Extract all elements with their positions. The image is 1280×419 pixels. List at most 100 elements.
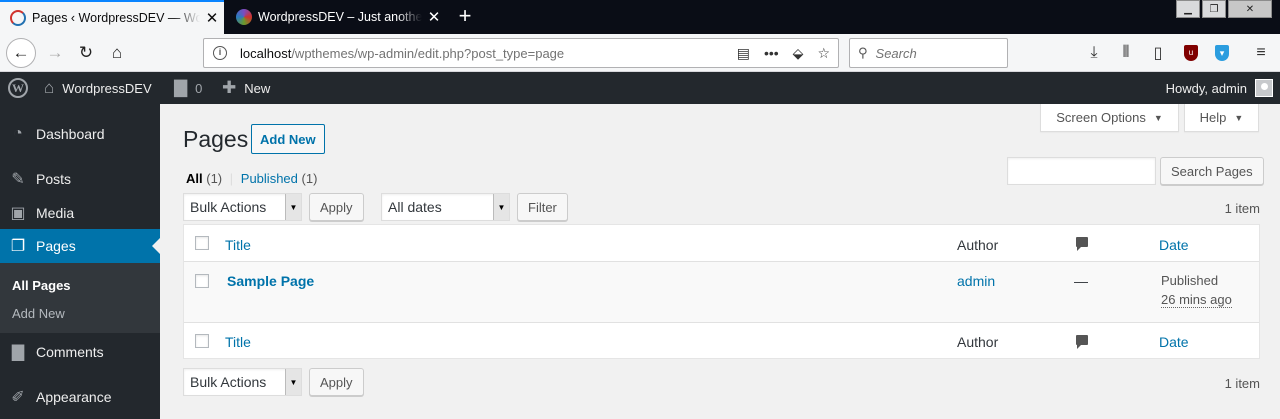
url-host: localhost bbox=[240, 45, 292, 61]
back-arrow-icon: ← bbox=[12, 43, 30, 62]
apply-button[interactable]: Apply bbox=[309, 193, 364, 221]
bookmark-star-icon[interactable]: ☆ bbox=[817, 45, 830, 62]
author-link[interactable]: admin bbox=[957, 273, 995, 289]
select-all-checkbox[interactable] bbox=[195, 334, 209, 348]
search-placeholder: Search bbox=[875, 45, 917, 61]
table-row: Sample Page admin — Published 26 mins ag… bbox=[184, 262, 1259, 322]
page-actions-icon[interactable]: ••• bbox=[764, 45, 779, 62]
home-button[interactable]: ⌂ bbox=[102, 38, 132, 68]
pages-search-input[interactable] bbox=[1007, 157, 1156, 185]
url-text[interactable]: localhost/wpthemes/wp-admin/edit.php?pos… bbox=[240, 46, 564, 61]
pages-icon: ❐ bbox=[10, 238, 26, 255]
sidebar-item-label: Posts bbox=[36, 171, 72, 187]
browser-tab-strip: Pages ‹ WordpressDEV — WordPress ✕ Wordp… bbox=[0, 0, 1280, 34]
shield-icon[interactable]: ▾ bbox=[1211, 42, 1233, 64]
pages-submenu: All Pages Add New bbox=[0, 263, 160, 333]
table-footer-row: Title Author Date bbox=[184, 322, 1259, 358]
date-column-footer[interactable]: Date bbox=[1159, 334, 1189, 350]
title-column-header[interactable]: Title bbox=[225, 237, 251, 253]
item-count-bottom: 1 item bbox=[1224, 376, 1260, 391]
new-content-menu[interactable]: ✚ New bbox=[222, 72, 270, 104]
new-tab-button[interactable]: + bbox=[452, 4, 478, 30]
sidebar-icon[interactable]: ▯ bbox=[1147, 42, 1169, 64]
view-published-link[interactable]: Published bbox=[241, 171, 298, 186]
filter-button[interactable]: Filter bbox=[517, 193, 568, 221]
admin-sidebar: ◔ Dashboard ✎ Posts ▣ Media ❐ Pages All … bbox=[0, 104, 160, 419]
dates-select[interactable]: All dates ▼ bbox=[381, 193, 510, 221]
help-button[interactable]: Help ▼ bbox=[1184, 104, 1259, 132]
site-info-icon[interactable]: i bbox=[213, 46, 227, 60]
forward-button[interactable]: → bbox=[40, 38, 70, 68]
submenu-add-new[interactable]: Add New bbox=[12, 306, 65, 321]
sidebar-item-posts[interactable]: ✎ Posts bbox=[0, 162, 160, 196]
new-label: New bbox=[244, 80, 271, 96]
sidebar-item-media[interactable]: ▣ Media bbox=[0, 196, 160, 230]
library-icon[interactable]: ⫴ bbox=[1115, 42, 1137, 64]
page-title-link[interactable]: Sample Page bbox=[227, 273, 314, 289]
sidebar-item-label: Appearance bbox=[36, 389, 112, 405]
home-icon: ⌂ bbox=[44, 78, 55, 97]
back-button[interactable]: ← bbox=[6, 38, 36, 68]
my-account-menu[interactable]: Howdy, admin bbox=[1166, 72, 1273, 104]
search-pages-button[interactable]: Search Pages bbox=[1160, 157, 1264, 185]
menu-icon[interactable]: ≡ bbox=[1250, 42, 1272, 64]
select-all-checkbox[interactable] bbox=[195, 236, 209, 250]
add-new-button[interactable]: Add New bbox=[251, 124, 325, 154]
ublock-icon[interactable]: u bbox=[1180, 42, 1202, 64]
comment-bubble-icon: ▇ bbox=[174, 78, 188, 97]
view-all-link[interactable]: All bbox=[186, 171, 203, 186]
comments-link[interactable]: ▇ 0 bbox=[174, 72, 202, 104]
wordpress-logo-icon: W bbox=[8, 78, 28, 98]
apply-button-bottom[interactable]: Apply bbox=[309, 368, 364, 396]
restore-button[interactable]: ❐ bbox=[1202, 0, 1226, 18]
dates-value: All dates bbox=[388, 199, 442, 215]
site-favicon-icon bbox=[236, 9, 252, 25]
sidebar-item-appearance[interactable]: ✐ Appearance bbox=[0, 380, 160, 414]
site-name-link[interactable]: ⌂ WordpressDEV bbox=[44, 72, 152, 104]
reader-view-icon[interactable]: ▤ bbox=[737, 45, 750, 62]
close-tab-icon[interactable]: ✕ bbox=[422, 8, 446, 26]
tab-site[interactable]: WordpressDEV – Just another WordPress si… bbox=[226, 0, 446, 34]
comment-column-icon[interactable] bbox=[1076, 237, 1088, 251]
howdy-text: Howdy, admin bbox=[1165, 80, 1247, 96]
sidebar-item-label: Dashboard bbox=[36, 126, 105, 142]
table-header-row: Title Author Date bbox=[184, 225, 1259, 262]
bulk-actions-value: Bulk Actions bbox=[190, 199, 267, 215]
sidebar-item-dashboard[interactable]: ◔ Dashboard bbox=[0, 117, 160, 151]
main-content: Screen Options ▼ Help ▼ Pages Add New Al… bbox=[160, 104, 1280, 419]
sidebar-item-pages[interactable]: ❐ Pages bbox=[0, 229, 160, 263]
tab-pages[interactable]: Pages ‹ WordpressDEV — WordPress ✕ bbox=[0, 0, 224, 34]
tab-title: WordpressDEV – Just another WordPress si… bbox=[258, 10, 422, 24]
bulk-actions-select-bottom[interactable]: Bulk Actions ▼ bbox=[183, 368, 302, 396]
item-count: 1 item bbox=[1224, 201, 1260, 216]
submenu-all-pages[interactable]: All Pages bbox=[12, 278, 71, 293]
download-icon[interactable]: ⤓ bbox=[1083, 42, 1105, 64]
comment-column-icon[interactable] bbox=[1076, 335, 1088, 349]
view-published-count: (1) bbox=[301, 171, 318, 186]
close-tab-icon[interactable]: ✕ bbox=[200, 9, 224, 27]
tab-title: Pages ‹ WordpressDEV — WordPress bbox=[32, 11, 200, 25]
bulk-actions-select[interactable]: Bulk Actions ▼ bbox=[183, 193, 302, 221]
sidebar-item-label: Media bbox=[36, 205, 75, 221]
date-column-header[interactable]: Date bbox=[1159, 237, 1189, 253]
minimize-button[interactable]: ▁ bbox=[1176, 0, 1200, 18]
caret-down-icon: ▼ bbox=[1153, 112, 1163, 123]
sidebar-item-comments[interactable]: ▇ Comments bbox=[0, 335, 160, 369]
wordpress-favicon-icon bbox=[10, 10, 26, 26]
close-window-button[interactable]: ✕ bbox=[1228, 0, 1272, 18]
forward-arrow-icon: → bbox=[46, 43, 64, 62]
browser-search-input[interactable]: ⚲ Search bbox=[849, 38, 1008, 68]
wp-admin-bar: W ⌂ WordpressDEV ▇ 0 ✚ New Howdy, admin bbox=[0, 72, 1280, 104]
dashboard-icon: ◔ bbox=[13, 125, 23, 142]
media-icon: ▣ bbox=[10, 205, 26, 222]
url-bar[interactable]: i localhost/wpthemes/wp-admin/edit.php?p… bbox=[203, 38, 839, 68]
screen-options-button[interactable]: Screen Options ▼ bbox=[1040, 104, 1179, 132]
pocket-icon[interactable]: ⬙ bbox=[793, 45, 804, 62]
reload-button[interactable]: ↻ bbox=[71, 38, 101, 68]
row-checkbox[interactable] bbox=[195, 274, 209, 288]
pin-icon: ✎ bbox=[11, 171, 25, 188]
help-label: Help bbox=[1199, 110, 1227, 125]
view-all-count: (1) bbox=[206, 171, 223, 186]
wp-logo-menu[interactable]: W bbox=[8, 72, 28, 104]
title-column-footer[interactable]: Title bbox=[225, 334, 251, 350]
